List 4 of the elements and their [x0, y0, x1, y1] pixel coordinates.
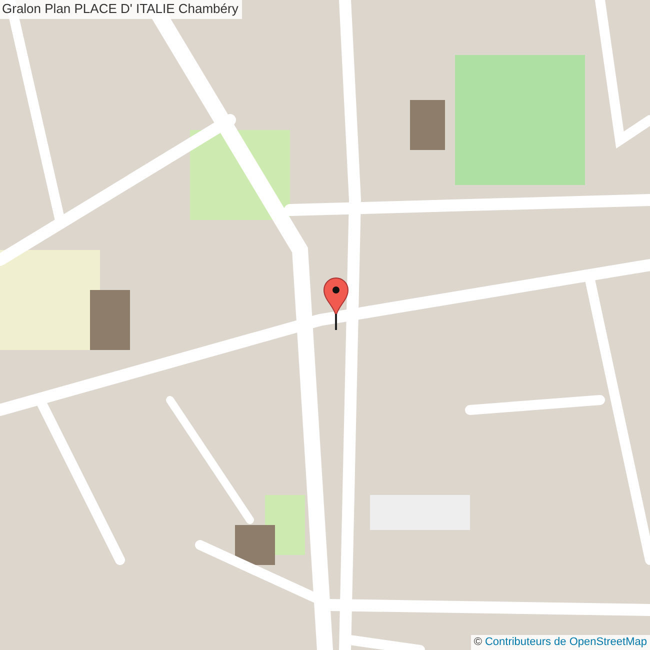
copyright-sign: © [474, 635, 482, 650]
map-marker-icon[interactable] [324, 278, 348, 330]
attribution-link[interactable]: Contributeurs de OpenStreetMap [484, 635, 647, 650]
map-title: Gralon Plan PLACE D' ITALIE Chambéry [0, 0, 242, 19]
